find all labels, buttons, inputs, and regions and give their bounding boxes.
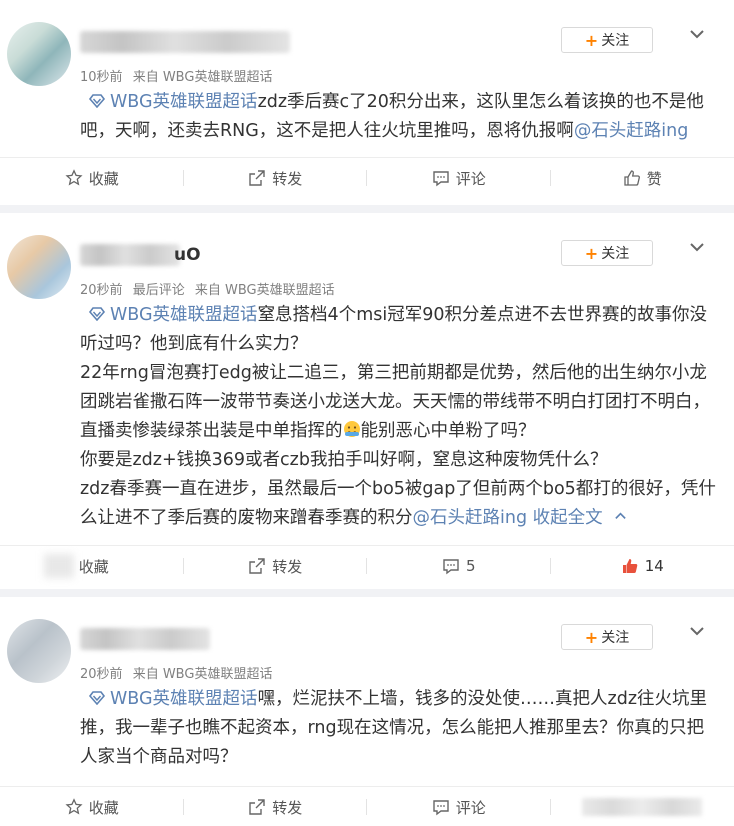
chevron-down-icon[interactable] xyxy=(688,25,706,43)
blurred-region xyxy=(582,798,703,816)
username-suffix[interactable]: uO xyxy=(174,245,201,265)
follow-button[interactable]: + 关注 xyxy=(561,240,653,266)
post-source[interactable]: 来自 WBG英雄联盟超话 xyxy=(195,283,335,298)
post-content: WBG英雄联盟超话嘿，烂泥扶不上墙，钱多的没处使……真把人zdz往火坑里推，我一… xyxy=(80,685,716,772)
username-blurred[interactable] xyxy=(80,628,210,650)
avatar[interactable] xyxy=(7,22,71,86)
post-content: WBG英雄联盟超话窒息搭档4个msi冠军90积分差点进不去世界赛的故事你没听过吗… xyxy=(80,301,716,533)
action-bar: 收藏 转发 评论 xyxy=(0,787,734,826)
post-meta: 20秒前 最后评论 来自 WBG英雄联盟超话 xyxy=(80,279,341,298)
collapse-link[interactable]: 收起全文 xyxy=(533,508,628,528)
topic-link[interactable]: WBG英雄联盟超话 xyxy=(110,92,258,112)
comment-card-3: + 关注 20秒前 来自 WBG英雄联盟超话 WBG英雄联盟超话嘿，烂泥扶不上墙… xyxy=(0,597,734,826)
comment-button[interactable]: 评论 xyxy=(367,787,551,826)
follow-button[interactable]: + 关注 xyxy=(561,624,653,650)
follow-button[interactable]: + 关注 xyxy=(561,27,653,53)
repost-button[interactable]: 转发 xyxy=(184,158,368,198)
comment-button[interactable]: 5 xyxy=(367,546,551,586)
last-comment-label: 最后评论 xyxy=(132,283,185,298)
emoji-icon xyxy=(343,421,360,437)
topic-link[interactable]: WBG英雄联盟超话 xyxy=(110,689,258,709)
comment-icon xyxy=(443,559,459,575)
chevron-down-icon[interactable] xyxy=(688,622,706,640)
plus-icon: + xyxy=(584,627,599,647)
diamond-topic-icon xyxy=(88,307,106,321)
comment-card-1: + 关注 10秒前 来自 WBG英雄联盟超话 WBG英雄联盟超话zdz季后赛c了… xyxy=(0,0,734,205)
post-time: 20秒前 xyxy=(80,283,123,298)
repost-button[interactable]: 转发 xyxy=(184,787,368,826)
chevron-down-icon[interactable] xyxy=(688,238,706,256)
plus-icon: + xyxy=(584,30,599,50)
share-icon xyxy=(249,170,265,186)
post-source[interactable]: 来自 WBG英雄联盟超话 xyxy=(133,667,273,682)
post-time: 10秒前 xyxy=(80,70,123,85)
repost-button[interactable]: 转发 xyxy=(184,546,368,586)
action-bar: 收藏 转发 评论 赞 xyxy=(0,158,734,198)
mention-link[interactable]: @石头赶路ing xyxy=(413,508,528,528)
star-icon xyxy=(65,169,83,186)
post-content: WBG英雄联盟超话zdz季后赛c了20积分出来，这队里怎么着该换的也不是他吧，天… xyxy=(80,88,716,146)
favorite-button[interactable]: 收藏 xyxy=(0,158,184,198)
post-text-3: 能别恶心中单粉了吗？ xyxy=(360,421,536,441)
share-icon xyxy=(249,799,265,815)
like-button[interactable]: 赞 xyxy=(551,158,734,198)
post-meta: 10秒前 来自 WBG英雄联盟超话 xyxy=(80,66,278,85)
username-blurred[interactable] xyxy=(80,244,180,266)
thumb-up-icon xyxy=(624,170,640,186)
avatar[interactable] xyxy=(7,619,71,683)
diamond-topic-icon xyxy=(88,691,106,705)
comment-button[interactable]: 评论 xyxy=(367,158,551,198)
avatar[interactable] xyxy=(7,235,71,299)
share-icon xyxy=(249,558,265,574)
post-time: 20秒前 xyxy=(80,667,123,682)
comment-icon xyxy=(433,800,449,816)
post-meta: 20秒前 来自 WBG英雄联盟超话 xyxy=(80,663,278,682)
topic-link[interactable]: WBG英雄联盟超话 xyxy=(110,305,258,325)
mention-link[interactable]: @石头赶路ing xyxy=(574,121,689,141)
diamond-topic-icon xyxy=(88,94,106,108)
like-count: 14 xyxy=(644,557,664,575)
username-blurred[interactable] xyxy=(80,31,290,53)
chevron-up-icon xyxy=(615,512,626,519)
comment-icon xyxy=(433,171,449,187)
action-bar: 收藏 转发 5 14 xyxy=(0,546,734,586)
comment-count: 5 xyxy=(465,557,476,575)
like-button-blurred[interactable] xyxy=(551,787,734,826)
post-text-4: 你要是zdz+钱换369或者czb我拍手叫好啊，窒息这种废物凭什么？ xyxy=(80,450,608,470)
thumb-up-icon xyxy=(622,559,637,573)
comment-card-2: uO + 关注 20秒前 最后评论 来自 WBG英雄联盟超话 WBG英雄联盟超话… xyxy=(0,213,734,589)
favorite-button[interactable]: 收藏 xyxy=(0,787,184,826)
plus-icon: + xyxy=(584,243,599,263)
post-source[interactable]: 来自 WBG英雄联盟超话 xyxy=(133,70,273,85)
like-button[interactable]: 14 xyxy=(551,546,734,586)
favorite-button[interactable]: 收藏 xyxy=(0,546,184,586)
star-icon xyxy=(65,798,83,815)
